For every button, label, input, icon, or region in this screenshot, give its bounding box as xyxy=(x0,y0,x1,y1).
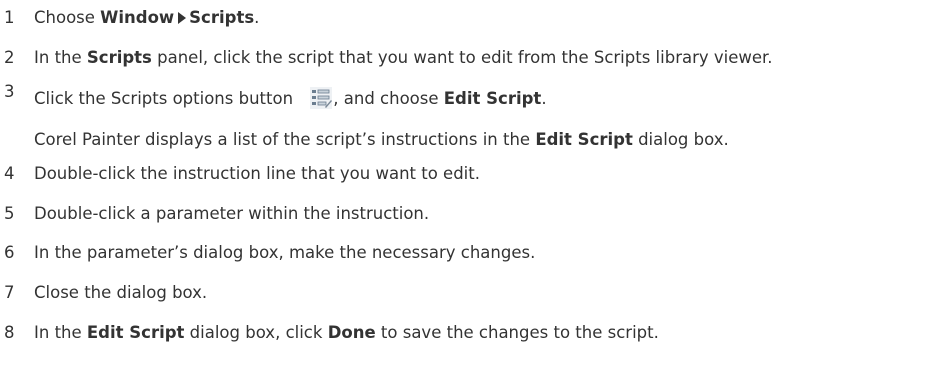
text-run: Corel Painter displays a list of the scr… xyxy=(34,130,536,149)
text-run: dialog box, click xyxy=(184,323,328,342)
text-run: , and choose xyxy=(333,89,444,108)
text-run: dialog box. xyxy=(632,130,729,149)
step-text: Double-click a parameter within the inst… xyxy=(34,204,430,223)
done-button-name: Done xyxy=(327,323,376,342)
step-text: Corel Painter displays a list of the scr… xyxy=(34,129,729,151)
step-text: Double-click the instruction line that y… xyxy=(34,164,480,183)
text-run: . xyxy=(541,89,547,108)
text-run: Click the Scripts options button xyxy=(34,89,299,108)
step-text: Choose Window Scripts. xyxy=(34,7,259,29)
menu-window: Window xyxy=(100,8,175,27)
scripts-options-icon xyxy=(310,87,333,109)
text-run: panel, click the script that you want to… xyxy=(151,48,773,67)
text-run: Choose xyxy=(34,8,101,27)
scripts-panel-name: Scripts xyxy=(86,48,152,67)
step-text: In the Scripts panel, click the script t… xyxy=(34,47,773,69)
document-page: 1 Choose Window Scripts. 2 In the Scripts… xyxy=(0,0,950,370)
step-text: Close the dialog box. xyxy=(34,283,208,302)
text-run: In the xyxy=(34,323,87,342)
step-number: 7 xyxy=(4,283,15,302)
right-triangle-icon xyxy=(178,12,187,24)
edit-script-command: Edit Script xyxy=(443,89,542,108)
text-run: to save the changes to the script. xyxy=(375,323,659,342)
step-text: Click the Scripts options button , and c… xyxy=(34,87,547,110)
text-run: In the xyxy=(34,48,87,67)
step-number: 6 xyxy=(4,243,15,262)
step-text: In the Edit Script dialog box, click Don… xyxy=(34,322,659,344)
step-number: 5 xyxy=(4,204,15,223)
step-number: 3 xyxy=(4,82,15,101)
menu-scripts: Scripts xyxy=(189,8,255,27)
step-number: 1 xyxy=(4,8,15,27)
step-text: In the parameter’s dialog box, make the … xyxy=(34,243,536,262)
text-run: . xyxy=(254,8,260,27)
edit-script-dialog-name: Edit Script xyxy=(86,323,185,342)
edit-script-dialog-name: Edit Script xyxy=(535,130,633,149)
step-number: 4 xyxy=(4,164,15,183)
step-number: 8 xyxy=(4,323,15,342)
step-number: 2 xyxy=(4,48,15,67)
